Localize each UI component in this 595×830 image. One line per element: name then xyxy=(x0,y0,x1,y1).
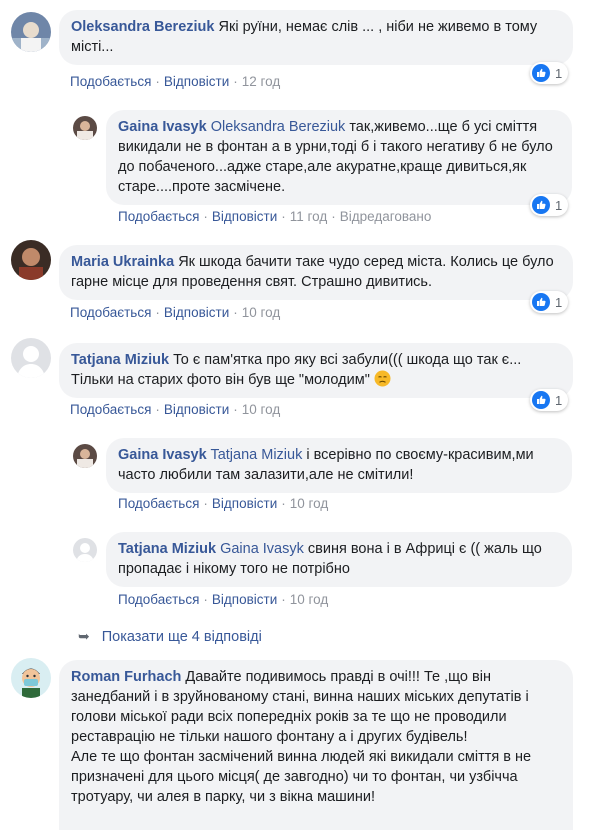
reply-bubble: Tatjana Miziuk Gaina Ivasyk свиня вона і… xyxy=(106,532,572,587)
timestamp[interactable]: 10 год xyxy=(242,305,280,320)
comment-author[interactable]: Tatjana Miziuk xyxy=(118,541,216,557)
show-more-replies-link[interactable]: ➥ Показати ще 4 відповіді xyxy=(78,628,262,645)
comment-text-continued: Але те що фонтан засмічений винна людей … xyxy=(71,749,532,805)
timestamp[interactable]: 11 год xyxy=(290,209,327,224)
reply-bubble: Gaina Ivasyk Tatjana Miziuk і всерівно п… xyxy=(106,438,572,493)
comment-bubble: Oleksandra Bereziuk Які руїни, немає слі… xyxy=(59,10,573,65)
avatar[interactable] xyxy=(11,240,51,280)
comment-author[interactable]: Gaina Ivasyk xyxy=(118,447,207,463)
comment-author[interactable]: Tatjana Miziuk xyxy=(71,352,169,368)
timestamp[interactable]: 10 год xyxy=(290,592,328,607)
reply-link[interactable]: Відповісти xyxy=(164,402,229,417)
mention-link[interactable]: Oleksandra Bereziuk xyxy=(211,119,346,135)
comment-author[interactable]: Oleksandra Bereziuk xyxy=(71,19,214,35)
reply-link[interactable]: Відповісти xyxy=(164,305,229,320)
avatar[interactable] xyxy=(11,12,51,52)
timestamp[interactable]: 10 год xyxy=(290,496,328,511)
like-link[interactable]: Подобається xyxy=(118,592,199,607)
reaction-count[interactable]: 1 xyxy=(530,389,569,411)
comment-actions: Подобається · Відповісти · 10 год xyxy=(70,305,281,320)
like-link[interactable]: Подобається xyxy=(118,209,199,224)
like-link[interactable]: Подобається xyxy=(70,74,151,89)
edited-label[interactable]: Відредаговано xyxy=(340,209,432,224)
comment-author[interactable]: Maria Ukrainka xyxy=(71,254,174,270)
reaction-count[interactable]: 1 xyxy=(530,194,569,216)
reply-link[interactable]: Відповісти xyxy=(212,592,277,607)
avatar[interactable] xyxy=(73,538,97,562)
like-link[interactable]: Подобається xyxy=(118,496,199,511)
reply-link[interactable]: Відповісти xyxy=(212,496,277,511)
comment-bubble: Roman Furhach Давайте подивимось правді … xyxy=(59,660,573,830)
like-link[interactable]: Подобається xyxy=(70,305,151,320)
comment-actions: Подобається · Відповісти · 12 год xyxy=(70,74,281,89)
mention-link[interactable]: Gaina Ivasyk xyxy=(220,541,304,557)
comment-author[interactable]: Roman Furhach xyxy=(71,669,181,685)
comment-actions: Подобається · Відповісти · 10 год xyxy=(118,496,329,511)
reaction-count[interactable]: 1 xyxy=(530,291,569,313)
comment-actions: Подобається · Відповісти · 10 год xyxy=(70,402,281,417)
reply-arrow-icon: ➥ xyxy=(78,628,90,644)
avatar[interactable] xyxy=(11,658,51,698)
comment-actions: Подобається · Відповісти · 11 год · Відредагов… xyxy=(118,209,432,224)
like-reaction-icon xyxy=(532,391,550,409)
disappointed-face-icon xyxy=(374,370,391,387)
like-reaction-icon xyxy=(532,293,550,311)
like-reaction-icon xyxy=(532,64,550,82)
reply-link[interactable]: Відповісти xyxy=(212,209,277,224)
comment-actions: Подобається · Відповісти · 10 год xyxy=(118,592,329,607)
reaction-count[interactable]: 1 xyxy=(530,62,569,84)
show-more-label: Показати ще 4 відповіді xyxy=(101,628,262,645)
avatar[interactable] xyxy=(73,444,97,468)
mention-link[interactable]: Tatjana Miziuk xyxy=(210,447,302,463)
comment-author[interactable]: Gaina Ivasyk xyxy=(118,119,207,135)
timestamp[interactable]: 12 год xyxy=(242,74,280,89)
reply-bubble: Gaina Ivasyk Oleksandra Bereziuk так,жив… xyxy=(106,110,572,205)
avatar[interactable] xyxy=(73,116,97,140)
like-link[interactable]: Подобається xyxy=(70,402,151,417)
comment-bubble: Maria Ukrainka Як шкода бачити таке чудо… xyxy=(59,245,573,300)
comment-bubble: Tatjana Miziuk То є пам'ятка про яку всі… xyxy=(59,343,573,398)
avatar[interactable] xyxy=(11,338,51,378)
like-reaction-icon xyxy=(532,196,550,214)
reply-link[interactable]: Відповісти xyxy=(164,74,229,89)
timestamp[interactable]: 10 год xyxy=(242,402,280,417)
